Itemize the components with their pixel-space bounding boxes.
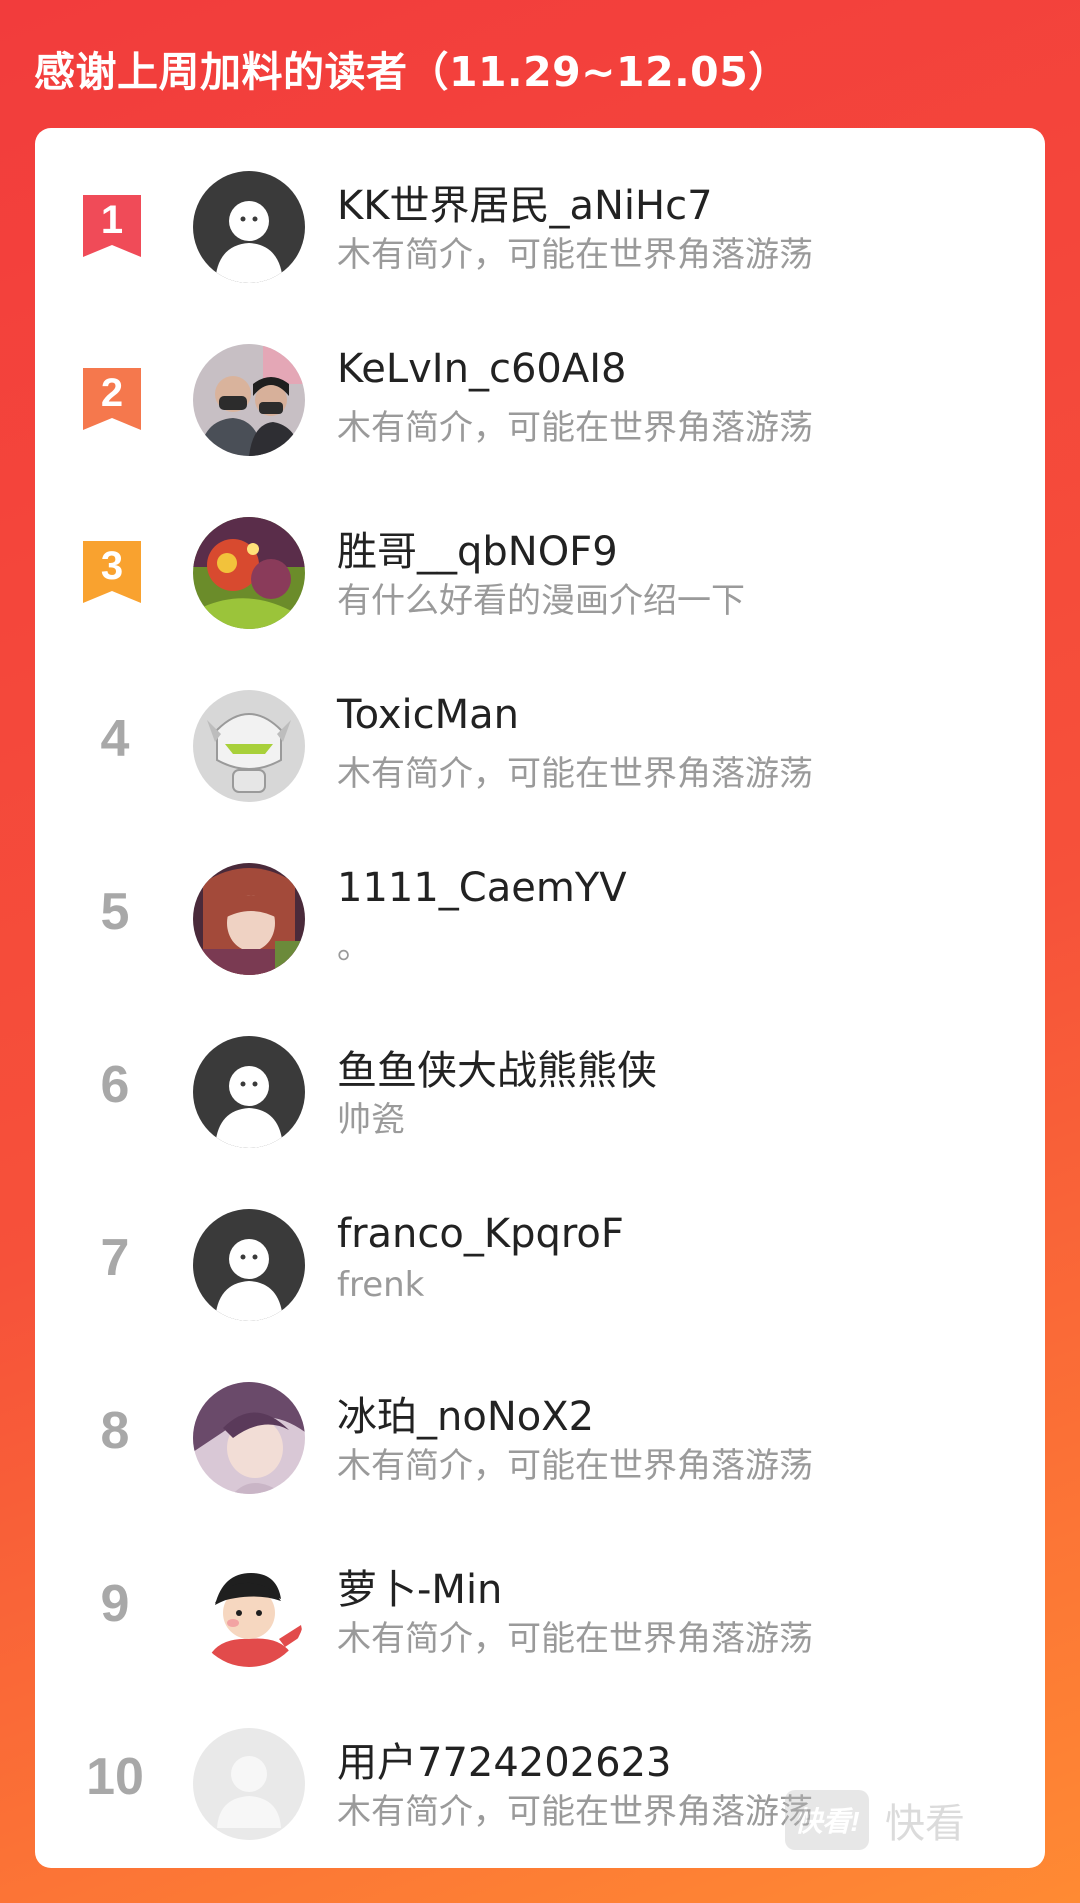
rank-number: 5 bbox=[100, 883, 130, 941]
default-avatar-icon[interactable] bbox=[193, 1036, 305, 1148]
reader-bio: 木有简介，可能在世界角落游荡 bbox=[337, 1446, 813, 1486]
kuaikan-logo-icon: 快看! bbox=[785, 1790, 869, 1850]
reader-bio: 木有简介，可能在世界角落游荡 bbox=[337, 1619, 813, 1659]
rank-3-ribbon-icon: 3 bbox=[83, 541, 141, 603]
list-item[interactable]: 9 萝卜-Min 木有简介，可能在世界角落游荡 bbox=[35, 1547, 1045, 1720]
rank-number: 4 bbox=[100, 710, 130, 768]
kuaikan-watermark: 快看! 快看 bbox=[785, 1790, 965, 1850]
default-avatar-icon[interactable] bbox=[193, 1209, 305, 1321]
reader-bio: 帅瓷 bbox=[337, 1100, 405, 1140]
rank-1-ribbon-icon: 1 bbox=[83, 195, 141, 257]
list-item[interactable]: 3 胜哥__qbNOF9 有什么好看的漫画介绍一下 bbox=[35, 509, 1045, 682]
anime-boy-avatar-icon[interactable] bbox=[193, 1382, 305, 1494]
reader-bio: 木有简介，可能在世界角落游荡 bbox=[337, 754, 813, 794]
rank-number: 10 bbox=[86, 1748, 144, 1806]
list-item[interactable]: 5 1111_CaemYV 。 bbox=[35, 855, 1045, 1028]
reader-name[interactable]: ToxicMan bbox=[337, 692, 519, 738]
reader-bio: frenk bbox=[337, 1265, 425, 1305]
blank-avatar-icon[interactable] bbox=[193, 1728, 305, 1840]
reader-name[interactable]: franco_KpqroF bbox=[337, 1211, 624, 1257]
reader-name[interactable]: 胜哥__qbNOF9 bbox=[337, 519, 618, 577]
default-avatar-icon[interactable] bbox=[193, 171, 305, 283]
list-item[interactable]: 7 franco_KpqroF frenk bbox=[35, 1201, 1045, 1374]
rank-2-ribbon-icon: 2 bbox=[83, 368, 141, 430]
list-item[interactable]: 1 KK世界居民_aNiHc7 木有简介，可能在世界角落游荡 bbox=[35, 163, 1045, 336]
list-item[interactable]: 4 ToxicMan 木有简介，可能在世界角落游荡 bbox=[35, 682, 1045, 855]
robot-helmet-avatar-icon[interactable] bbox=[193, 690, 305, 802]
anime-girl-avatar-icon[interactable] bbox=[193, 863, 305, 975]
list-item[interactable]: 8 冰珀_noNoX2 木有简介，可能在世界角落游荡 bbox=[35, 1374, 1045, 1547]
rank-number: 7 bbox=[100, 1229, 130, 1287]
reader-name[interactable]: KK世界居民_aNiHc7 bbox=[337, 173, 713, 231]
rank-number: 9 bbox=[100, 1575, 130, 1633]
watermark-text: 快看 bbox=[885, 1801, 965, 1847]
rank-number: 8 bbox=[100, 1402, 130, 1460]
list-item[interactable]: 2 KeLvIn_c60AI8 木有简介，可能在世界角落游荡 bbox=[35, 336, 1045, 509]
reader-name[interactable]: 鱼鱼侠大战熊熊侠 bbox=[337, 1038, 657, 1096]
reader-name[interactable]: 萝卜-Min bbox=[337, 1557, 502, 1615]
reader-ranking-list: 1 KK世界居民_aNiHc7 木有简介，可能在世界角落游荡 2 KeLvIn_… bbox=[35, 128, 1045, 1868]
cartoon-boy-avatar-icon[interactable] bbox=[193, 1555, 305, 1667]
reader-name[interactable]: KeLvIn_c60AI8 bbox=[337, 346, 626, 392]
reader-bio: 木有简介，可能在世界角落游荡 bbox=[337, 1792, 813, 1832]
page-title: 感谢上周加料的读者（11.29~12.05） bbox=[34, 48, 790, 96]
reader-name[interactable]: 冰珀_noNoX2 bbox=[337, 1384, 594, 1442]
reader-bio: 木有简介，可能在世界角落游荡 bbox=[337, 235, 813, 275]
reader-name[interactable]: 用户7724202623 bbox=[337, 1730, 672, 1788]
rank-number: 6 bbox=[100, 1056, 130, 1114]
reader-name[interactable]: 1111_CaemYV bbox=[337, 865, 627, 911]
reader-bio: 木有简介，可能在世界角落游荡 bbox=[337, 408, 813, 448]
list-item[interactable]: 6 鱼鱼侠大战熊熊侠 帅瓷 bbox=[35, 1028, 1045, 1201]
reader-bio: 。 bbox=[337, 927, 371, 967]
colorful-art-avatar-icon[interactable] bbox=[193, 517, 305, 629]
user-photo-avatar-icon[interactable] bbox=[193, 344, 305, 456]
reader-bio: 有什么好看的漫画介绍一下 bbox=[337, 581, 745, 621]
